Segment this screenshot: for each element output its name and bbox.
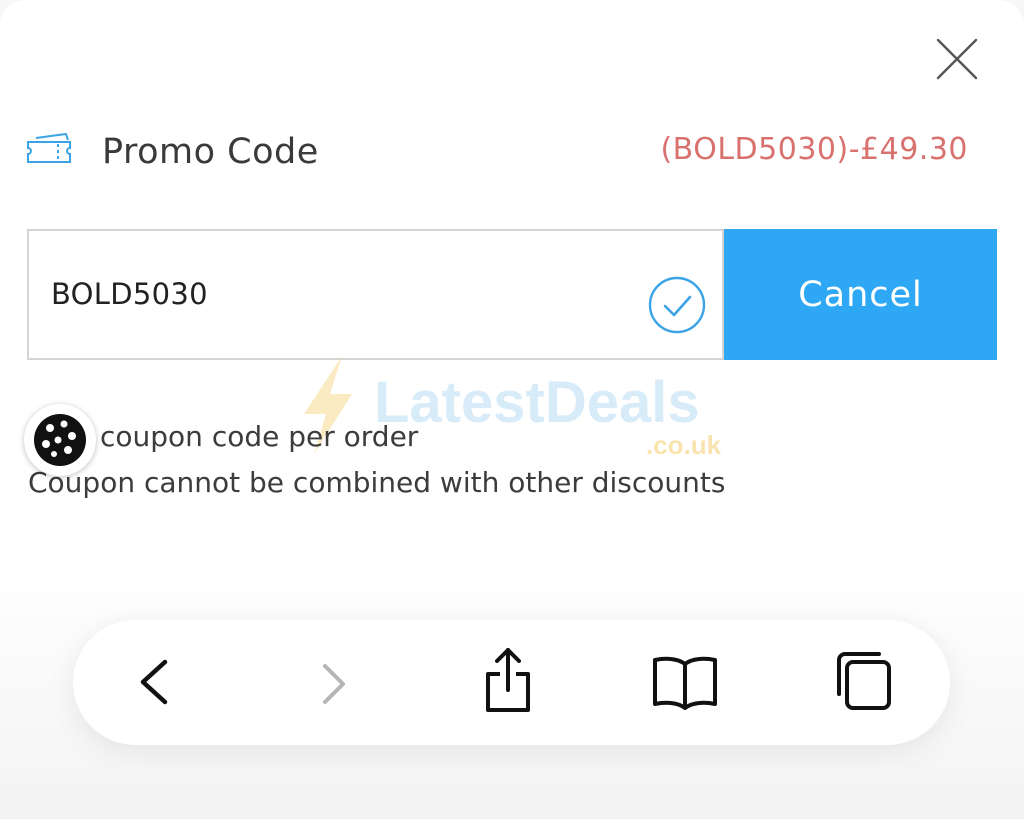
share-button[interactable]	[468, 642, 548, 722]
promo-code-value: BOLD5030	[51, 277, 208, 311]
cookie-icon	[34, 414, 86, 466]
browser-toolbar	[73, 620, 950, 745]
rule-one-per-order: coupon code per order	[100, 420, 419, 453]
promo-code-row: BOLD5030 Cancel	[27, 229, 997, 360]
applied-discount-label: (BOLD5030)-£49.30	[660, 132, 968, 167]
cookie-settings-button[interactable]	[24, 404, 96, 476]
cancel-button[interactable]: Cancel	[724, 229, 997, 360]
chevron-right-icon	[323, 664, 345, 704]
bookmarks-button[interactable]	[645, 642, 725, 722]
close-button[interactable]	[930, 32, 984, 86]
rule-not-combinable: Coupon cannot be combined with other dis…	[28, 466, 726, 499]
share-icon	[486, 648, 530, 712]
back-button[interactable]	[113, 642, 193, 722]
close-icon	[936, 38, 978, 80]
tabs-icon	[837, 652, 891, 710]
check-circle-icon	[648, 276, 706, 334]
tabs-button[interactable]	[823, 642, 903, 722]
watermark-brand: LatestDeals	[374, 370, 700, 435]
promo-code-field[interactable]: BOLD5030	[27, 229, 724, 360]
promo-title: Promo Code	[102, 132, 319, 172]
chevron-left-icon	[140, 659, 168, 705]
forward-button[interactable]	[295, 642, 375, 722]
promo-header: Promo Code (BOLD5030)-£49.30	[0, 118, 1024, 188]
book-icon	[653, 656, 717, 710]
ticket-icon	[27, 132, 71, 163]
watermark-domain: .co.uk	[646, 430, 722, 460]
